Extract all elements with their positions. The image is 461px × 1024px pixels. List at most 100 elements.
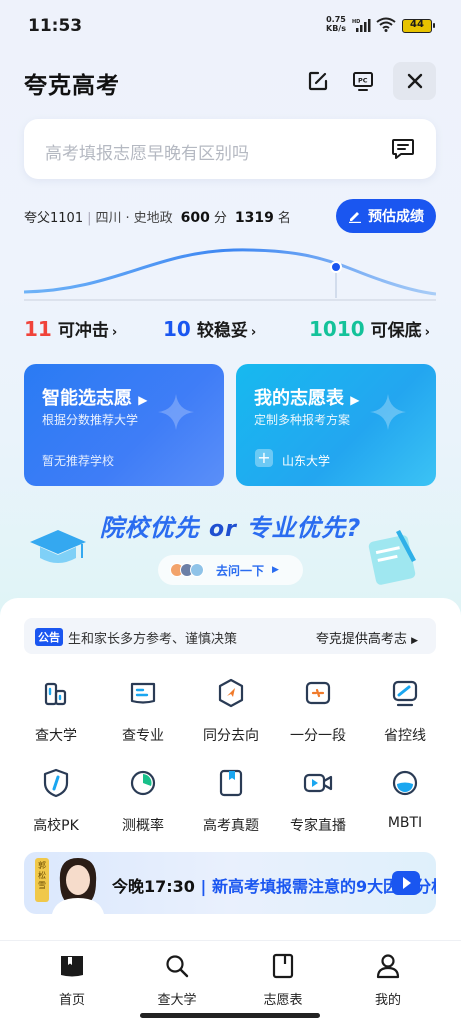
expert-avatar (52, 858, 104, 914)
notice-text: 生和家长多方参考、谨慎决策 (68, 632, 238, 647)
triangle-right-icon: ▶ (272, 565, 279, 575)
score-summary[interactable]: 夸父1101 | 四川 · 史地政 600 分 1319 名 (24, 207, 291, 226)
pc-button[interactable]: PC (343, 62, 383, 100)
university-icon (44, 682, 67, 706)
tool-mbti[interactable]: MBTI (365, 767, 445, 837)
subjects: 史地政 (133, 211, 173, 226)
tool-control-line[interactable]: 省控线 (365, 677, 445, 747)
divider: | (200, 877, 207, 896)
triangle-right-icon: ▶ (411, 636, 418, 646)
hd-label: HD (352, 19, 360, 25)
tab-label: 首页 (58, 993, 85, 1008)
search-box[interactable]: 高考填报志愿早晚有区别吗 (24, 119, 436, 179)
ask-button[interactable]: 去问一下 ▶ (158, 555, 303, 585)
tool-exam-papers[interactable]: 高考真题 (191, 767, 271, 837)
tab-label: 查大学 (157, 993, 197, 1008)
tool-label: 测概率 (122, 818, 164, 834)
tool-label: 一分一段 (290, 728, 346, 744)
ask-label: 去问一下 (216, 563, 265, 578)
battery-level: 44 (410, 19, 424, 30)
score-segment-icon (305, 681, 331, 705)
safe-label: 可保底 (370, 321, 422, 341)
banner-part1: 院校优先 (99, 514, 200, 542)
priority-banner[interactable]: 院校优先 or 专业优先? 去问一下 ▶ (0, 496, 461, 602)
smart-select-subtitle: 根据分数推荐大学 (42, 413, 139, 427)
tab-home[interactable]: 首页 (37, 953, 107, 1008)
tool-expert-live[interactable]: 专家直播 (278, 767, 358, 837)
battery-icon: 44 (402, 19, 435, 33)
control-line-icon (392, 680, 418, 707)
message-icon[interactable] (390, 136, 416, 162)
tool-label: 高考真题 (203, 818, 259, 834)
tool-probability[interactable]: 测概率 (103, 767, 183, 837)
category-row: 11 可冲击 › 10 较稳妥 › 1010 可保底 › (24, 316, 436, 344)
notice-bar[interactable]: 公告 生和家长多方参考、谨慎决策 夸克提供高考志 ▶ (24, 618, 436, 654)
bottom-tab-bar: 首页 查大学 志愿表 我的 (0, 940, 461, 1024)
tab-application-form[interactable]: 志愿表 (248, 953, 318, 1008)
banner-part2: 专业优先? (246, 514, 362, 542)
score-value: 600 (180, 210, 210, 226)
smart-select-title-text: 智能选志愿 (42, 388, 132, 409)
category-reach[interactable]: 11 可冲击 › (24, 316, 117, 341)
tool-label: 同分去向 (203, 728, 259, 744)
estimate-score-button[interactable]: 预估成绩 (336, 199, 436, 233)
notice-link[interactable]: 夸克提供高考志 ▶ (316, 628, 418, 647)
province: 四川 (95, 211, 122, 226)
user-name: 夸父1101 (24, 211, 84, 226)
play-button[interactable] (392, 871, 420, 895)
home-indicator[interactable] (140, 1013, 320, 1018)
exam-paper-icon (219, 769, 243, 797)
sparkle-icon (158, 394, 194, 430)
document-pen-icon (368, 530, 416, 585)
mbti-icon (392, 770, 418, 796)
probability-icon (130, 770, 156, 796)
tool-score-segment[interactable]: 一分一段 (278, 677, 358, 747)
tool-same-score[interactable]: 同分去向 (191, 677, 271, 747)
triangle-right-icon: ▶ (138, 393, 148, 407)
score-marker-dot (330, 261, 342, 273)
my-form-card[interactable]: 我的志愿表 ▶ 定制多种报考方案 + 山东大学 (236, 364, 436, 486)
close-button[interactable] (393, 62, 436, 100)
direction-icon (218, 678, 244, 708)
network-speed-value: 0.75 (326, 15, 346, 24)
notice-tag: 公告 (35, 628, 63, 646)
smart-select-title: 智能选志愿 ▶ (42, 384, 148, 410)
category-stable[interactable]: 10 较稳妥 › (163, 316, 256, 341)
tool-major[interactable]: 查专业 (103, 677, 183, 747)
tool-label: MBTI (387, 815, 423, 831)
tool-label: 高校PK (33, 818, 79, 834)
stable-count: 10 (163, 317, 191, 341)
status-time: 11:53 (28, 16, 83, 36)
tab-profile[interactable]: 我的 (353, 953, 423, 1008)
stable-label: 较稳妥 (196, 321, 248, 341)
my-form-title-text: 我的志愿表 (254, 388, 344, 409)
tool-university-pk[interactable]: 高校PK (16, 767, 96, 837)
estimate-score-label: 预估成绩 (368, 209, 424, 225)
tool-label: 查大学 (35, 728, 77, 744)
smart-select-card[interactable]: 智能选志愿 ▶ 根据分数推荐大学 暂无推荐学校 (24, 364, 224, 486)
live-video-icon (303, 773, 333, 793)
score-unit: 分 (213, 211, 227, 226)
chevron-right-icon: › (424, 325, 431, 340)
category-safe[interactable]: 1010 可保底 › (309, 316, 430, 341)
live-broadcast-banner[interactable]: 郭松雪 今晚17:30 | 新高考填报需注意的9大因素分析 (24, 852, 436, 914)
banner-or: or (209, 517, 238, 542)
tool-university[interactable]: 查大学 (16, 677, 96, 747)
edit-button[interactable] (298, 62, 338, 100)
major-book-icon (130, 682, 156, 704)
pk-shield-icon (43, 768, 69, 798)
distribution-curve (24, 248, 436, 301)
tab-label: 我的 (374, 993, 401, 1008)
pencil-icon (349, 212, 361, 223)
reach-count: 11 (24, 317, 52, 341)
safe-count: 1010 (309, 317, 365, 341)
smart-select-footer: 暂无推荐学校 (42, 454, 115, 468)
live-time: 今晚17:30 (112, 877, 195, 896)
chevron-right-icon: › (250, 325, 257, 340)
live-title: 今晚17:30 | 新高考填报需注意的9大因素分析 (112, 873, 436, 897)
plus-icon: + (255, 449, 273, 467)
tab-label: 志愿表 (263, 993, 303, 1008)
wifi-icon (376, 17, 396, 32)
tab-search-university[interactable]: 查大学 (142, 953, 212, 1008)
rank-value: 1319 (234, 210, 274, 226)
